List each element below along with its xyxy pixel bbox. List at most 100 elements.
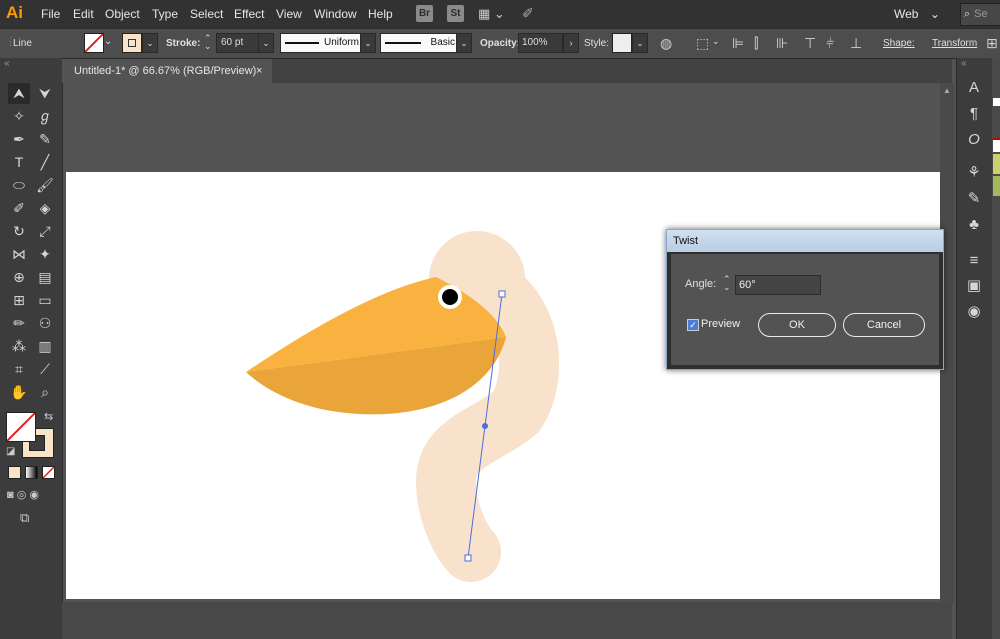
align-center-icon[interactable]: ⫿ — [754, 35, 758, 52]
mesh-tool-icon[interactable]: ⊞ — [8, 290, 30, 311]
artboard-tool-icon[interactable]: ⌗ — [8, 359, 30, 380]
menu-edit[interactable]: Edit — [73, 7, 94, 21]
scroll-up-icon[interactable]: ▲ — [943, 86, 951, 95]
puppet-panel-icon[interactable]: ⚘ — [962, 161, 986, 185]
close-icon[interactable]: × — [256, 59, 262, 83]
stroke-swatch-dropdown[interactable]: ⌄ — [142, 33, 158, 53]
shaper-tool-icon[interactable]: ✐ — [8, 198, 30, 219]
stroke-weight-dropdown[interactable]: ⌄ — [258, 33, 274, 53]
transparency-panel-icon[interactable]: ◉ — [962, 300, 986, 324]
symbol-sprayer-tool-icon[interactable]: ⁂ — [8, 336, 30, 357]
gpu-performance-icon[interactable]: ✐ — [522, 5, 534, 22]
brushes-panel-icon[interactable]: ✎ — [962, 187, 986, 211]
arrange-documents-icon[interactable]: ▦ ⌄ — [478, 6, 505, 22]
color-mode-icon[interactable] — [8, 466, 21, 479]
dialog-title-bar[interactable]: Twist — [667, 230, 943, 252]
menu-view[interactable]: View — [276, 7, 302, 21]
menu-window[interactable]: Window — [314, 7, 357, 21]
magic-wand-tool-icon[interactable]: ✧ — [8, 106, 30, 127]
profile-dropdown[interactable]: ⌄ — [360, 33, 376, 53]
column-graph-tool-icon[interactable]: ▥ — [34, 336, 56, 357]
workspace-switcher[interactable]: Web ⌄ — [894, 4, 950, 24]
fill-swatch[interactable] — [84, 33, 104, 53]
screen-mode-icon[interactable]: ⧉ — [20, 510, 29, 526]
ellipse-tool-icon[interactable]: ⬭ — [8, 175, 30, 196]
menu-help[interactable]: Help — [368, 7, 393, 21]
stock-button[interactable]: St — [447, 5, 464, 22]
type-tool-icon[interactable]: T — [8, 152, 30, 173]
line-segment-tool-icon[interactable]: ╱ — [34, 152, 56, 173]
brush-definition[interactable]: Basic — [380, 33, 458, 53]
style-dropdown[interactable]: ⌄ — [632, 33, 648, 53]
paintbrush-tool-icon[interactable]: 🖌 — [34, 175, 56, 196]
draw-normal-icon[interactable]: ◙ ◎ ◉ — [7, 488, 39, 501]
menu-effect[interactable]: Effect — [234, 7, 264, 21]
blend-tool-icon[interactable]: ⚇ — [34, 313, 56, 334]
align-left-icon[interactable]: ⊫ — [732, 35, 744, 52]
scale-tool-icon[interactable]: ⤢ — [34, 221, 56, 242]
fill-color-box[interactable] — [6, 412, 36, 442]
anchor-point-bottom[interactable] — [464, 554, 472, 562]
eyedropper-tool-icon[interactable]: ✏ — [8, 313, 30, 334]
align-right-icon[interactable]: ⊪ — [776, 35, 788, 52]
opentype-panel-icon[interactable]: O — [962, 128, 986, 152]
menu-select[interactable]: Select — [190, 7, 223, 21]
search-input[interactable]: ⌕ Se — [960, 3, 1000, 26]
expand-panels-icon[interactable]: « — [961, 58, 967, 69]
curvature-tool-icon[interactable]: ✎ — [34, 129, 56, 150]
preview-checkbox[interactable]: ✓ — [687, 319, 699, 331]
slice-tool-icon[interactable]: ⟋ — [34, 359, 56, 380]
chevron-down-icon[interactable]: ⌄ — [712, 36, 720, 47]
align-bottom-icon[interactable]: ⊥ — [850, 35, 862, 52]
zoom-tool-icon[interactable]: ⌕ — [34, 382, 56, 403]
transform-link[interactable]: Transform — [932, 38, 977, 49]
align-middle-icon[interactable]: ⫩ — [826, 35, 834, 52]
ok-button[interactable]: OK — [758, 313, 836, 337]
shape-builder-tool-icon[interactable]: ⊕ — [8, 267, 30, 288]
gradient-mode-icon[interactable] — [25, 466, 38, 479]
graphic-style-swatch[interactable] — [612, 33, 632, 53]
menu-type[interactable]: Type — [152, 7, 178, 21]
variable-width-profile[interactable]: Uniform — [280, 33, 362, 53]
brush-dropdown[interactable]: ⌄ — [456, 33, 472, 53]
transform-icon[interactable]: ⬚ — [696, 35, 709, 52]
cancel-button[interactable]: Cancel — [843, 313, 925, 337]
symbols-panel-icon[interactable]: ♣ — [962, 213, 986, 237]
hand-tool-icon[interactable]: ✋ — [8, 382, 30, 403]
opacity-field[interactable]: 100% — [518, 33, 563, 53]
puppet-warp-tool-icon[interactable]: ✦ — [34, 244, 56, 265]
anchor-point-top[interactable] — [498, 290, 506, 298]
preview-label[interactable]: Preview — [701, 318, 740, 330]
default-colors-icon[interactable]: ◪ — [6, 446, 15, 457]
angle-stepper-icon[interactable]: ⌃ ⌄ — [723, 275, 731, 292]
gradient-panel-icon[interactable]: ▣ — [962, 274, 986, 298]
document-tab[interactable]: Untitled-1* @ 66.67% (RGB/Preview) × — [62, 59, 272, 83]
opacity-expand-icon[interactable]: › — [563, 33, 579, 53]
pen-tool-icon[interactable]: ✒ — [8, 129, 30, 150]
stroke-weight-field[interactable]: 60 pt — [216, 33, 264, 53]
chevron-down-icon[interactable]: ⌄ — [104, 36, 112, 47]
menu-file[interactable]: File — [41, 7, 60, 21]
width-tool-icon[interactable]: ⋈ — [8, 244, 30, 265]
shape-link[interactable]: Shape: — [883, 38, 915, 49]
stroke-stepper-icon[interactable]: ⌃ ⌄ — [204, 34, 212, 51]
panel-menu-icon[interactable]: ⊞ — [986, 35, 998, 52]
selection-tool-icon[interactable]: ⮝ — [8, 83, 30, 104]
none-mode-icon[interactable] — [42, 466, 55, 479]
menu-object[interactable]: Object — [105, 7, 140, 21]
stroke-panel-icon[interactable]: ≡ — [962, 249, 986, 273]
gradient-tool-icon[interactable]: ▭ — [34, 290, 56, 311]
perspective-grid-tool-icon[interactable]: ▤ — [34, 267, 56, 288]
align-top-icon[interactable]: ⊤ — [804, 35, 816, 52]
angle-input[interactable]: 60° — [735, 275, 821, 295]
character-panel-icon[interactable]: A — [962, 76, 986, 100]
collapse-icon[interactable]: « — [4, 58, 10, 69]
bridge-button[interactable]: Br — [416, 5, 433, 22]
recolor-artwork-icon[interactable]: ◍ — [660, 35, 672, 52]
paragraph-panel-icon[interactable]: ¶ — [962, 102, 986, 126]
rotate-tool-icon[interactable]: ↻ — [8, 221, 30, 242]
stroke-swatch[interactable] — [122, 33, 142, 53]
lasso-tool-icon[interactable]: ℊ — [34, 106, 56, 127]
eraser-tool-icon[interactable]: ◈ — [34, 198, 56, 219]
direct-selection-tool-icon[interactable]: ⮟ — [34, 83, 56, 104]
